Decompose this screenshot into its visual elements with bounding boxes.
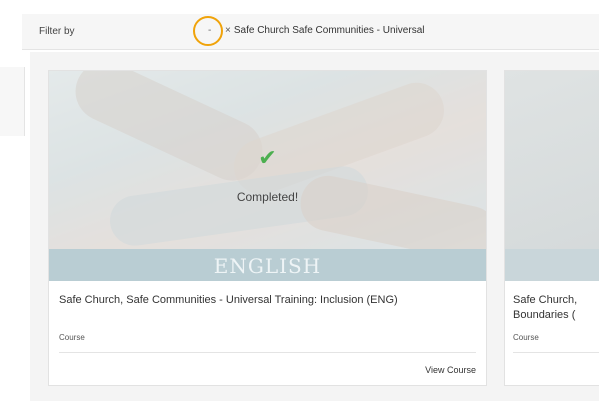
course-card[interactable]: ✔ Completed! ENGLISH Safe Church, Safe C… [48,70,487,386]
card-divider [59,352,476,353]
view-course-link[interactable]: View Course [425,365,476,375]
completed-status: Completed! [236,190,299,204]
check-icon: ✔ [258,145,277,170]
filter-separator: - [208,25,212,36]
filter-bar: Filter by - × Safe Church Safe Communiti… [22,14,599,50]
active-filter-chip[interactable]: × Safe Church Safe Communities - Univers… [225,25,424,36]
course-title[interactable]: Safe Church, Boundaries ( [513,293,599,323]
language-band [505,249,599,281]
course-thumbnail: ✔ Completed! ENGLISH [49,71,486,281]
left-side-panel [0,67,25,136]
course-card[interactable]: Safe Church, Boundaries ( Course [504,70,599,386]
course-title[interactable]: Safe Church, Safe Communities - Universa… [59,293,479,308]
course-type: Course [59,333,85,342]
course-type: Course [513,333,539,342]
course-catalog-page: Filter by - × Safe Church Safe Communiti… [0,0,599,401]
language-label: ENGLISH [213,254,322,278]
filter-label: Filter by [39,26,75,37]
card-divider [513,352,599,353]
active-filter-text: Safe Church Safe Communities - Universal [233,25,425,36]
course-thumbnail [505,71,599,281]
remove-filter-icon[interactable]: × [225,25,231,36]
